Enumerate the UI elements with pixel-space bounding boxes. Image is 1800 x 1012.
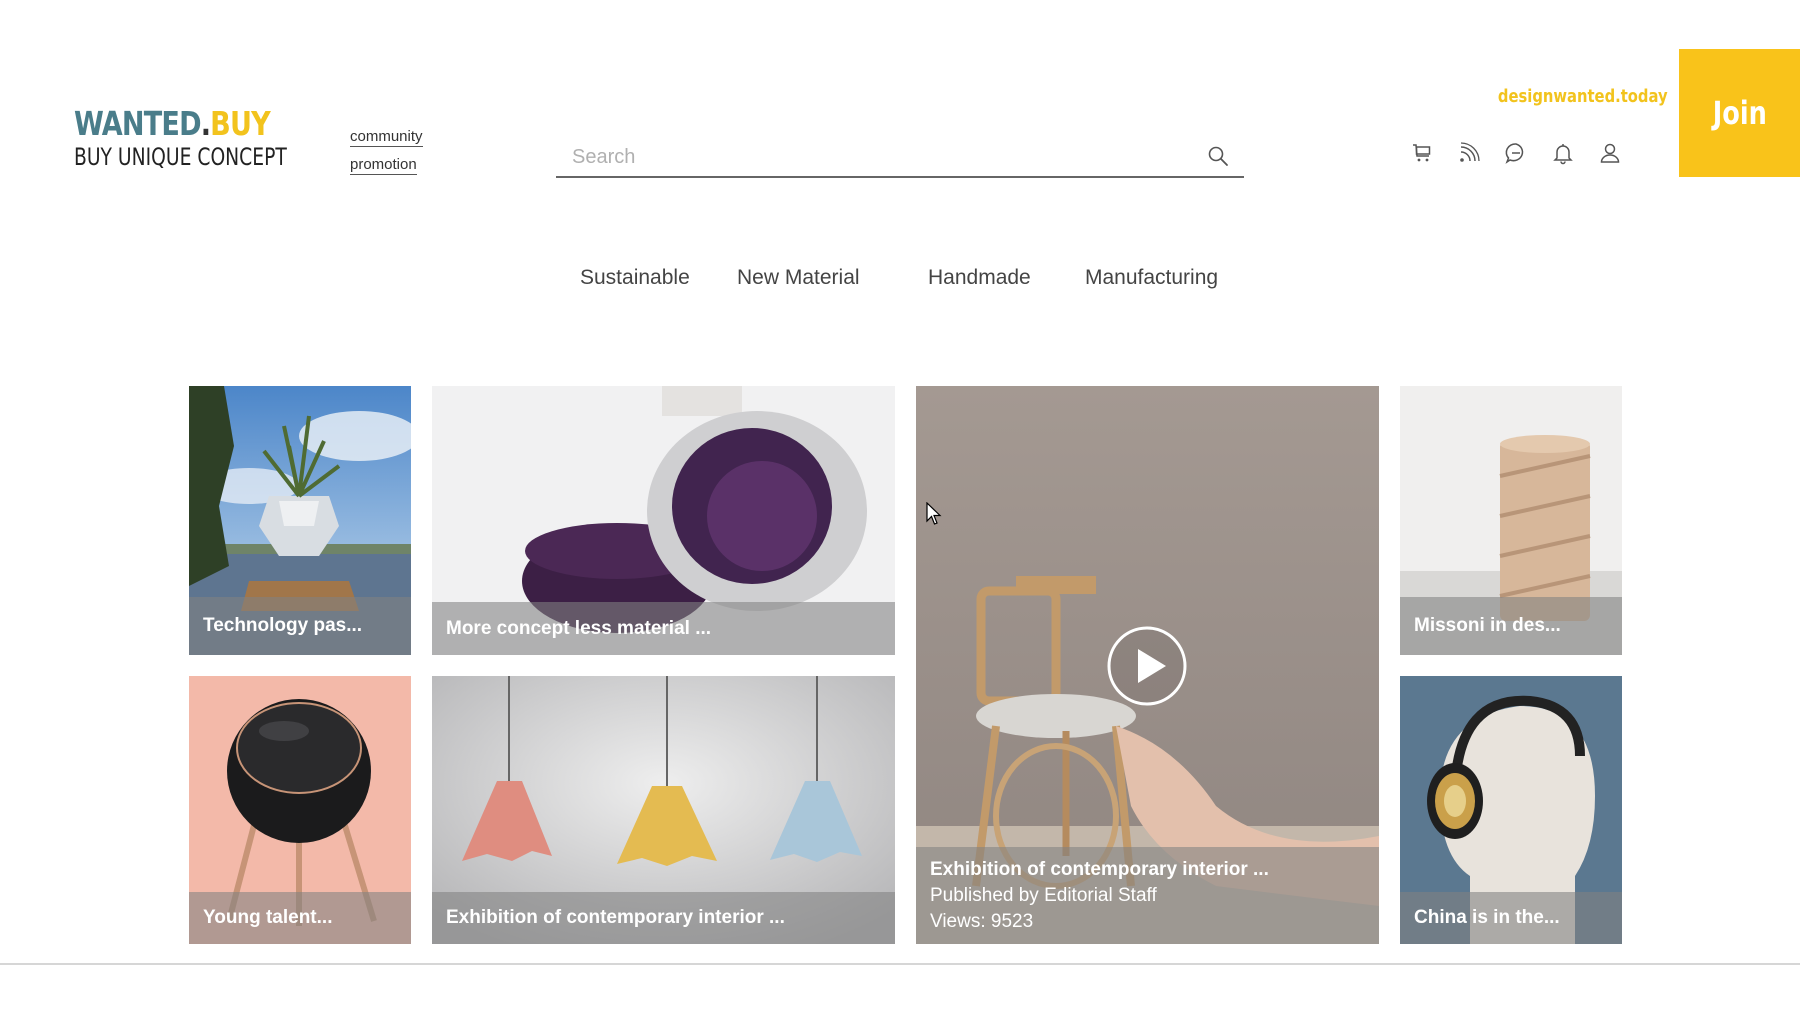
category-manufacturing[interactable]: Manufacturing	[1085, 266, 1218, 290]
logo-wordmark: WANTED.BUY	[74, 104, 298, 144]
tile-caption: Exhibition of contemporary interior ... …	[916, 847, 1379, 944]
logo[interactable]: WANTED.BUY BUY UNIQUE CONCEPT	[74, 104, 347, 172]
designwanted-link[interactable]: designwanted.today	[1498, 86, 1668, 107]
header-icons	[1410, 141, 1622, 165]
chat-icon[interactable]	[1504, 141, 1528, 165]
logo-tagline: BUY UNIQUE CONCEPT	[74, 143, 287, 171]
community-link[interactable]: community	[350, 127, 423, 147]
tile-caption: Young talent...	[189, 892, 411, 944]
play-video-icon[interactable]	[1106, 625, 1188, 707]
tile-caption: China is in the...	[1400, 892, 1622, 944]
logo-part-buy: BUY	[210, 104, 271, 143]
tile-title: Exhibition of contemporary interior ...	[930, 858, 1269, 880]
tile-publisher: Published by Editorial Staff	[930, 884, 1157, 906]
tile-caption: Technology pas...	[189, 597, 411, 655]
search-bar	[556, 138, 1244, 178]
join-label: Join	[1712, 94, 1767, 132]
tile-caption: More concept less material ...	[432, 602, 895, 655]
tile-caption: Missoni in des...	[1400, 597, 1622, 655]
tile-title: China is in the...	[1414, 907, 1560, 928]
logo-part-wanted: WANTED	[74, 104, 202, 143]
article-tile[interactable]: Exhibition of contemporary interior ...	[432, 676, 895, 944]
bell-icon[interactable]	[1551, 141, 1575, 165]
tile-caption: Exhibition of contemporary interior ...	[432, 892, 895, 944]
article-tile[interactable]: Technology pas...	[189, 386, 411, 655]
cart-icon[interactable]	[1410, 141, 1434, 165]
search-input[interactable]	[556, 138, 1194, 176]
category-sustainable[interactable]: Sustainable	[580, 266, 690, 290]
tile-title: Missoni in des...	[1414, 615, 1561, 636]
article-tile[interactable]: More concept less material ...	[432, 386, 895, 655]
rss-icon[interactable]	[1457, 141, 1481, 165]
promotion-link[interactable]: promotion	[350, 155, 417, 175]
join-button[interactable]: Join	[1679, 49, 1800, 177]
tile-views: Views: 9523	[930, 910, 1034, 932]
tile-title: Technology pas...	[203, 615, 363, 636]
category-new-material[interactable]: New Material	[737, 266, 860, 290]
mouse-cursor-icon	[926, 502, 942, 525]
tile-title: Exhibition of contemporary interior ...	[446, 907, 785, 928]
tile-title: Young talent...	[203, 907, 333, 928]
video-tile[interactable]: Exhibition of contemporary interior ... …	[916, 386, 1379, 944]
article-tile[interactable]: Missoni in des...	[1400, 386, 1622, 655]
category-handmade[interactable]: Handmade	[928, 266, 1031, 290]
user-icon[interactable]	[1598, 141, 1622, 165]
category-nav: Sustainable New Material Handmade Manufa…	[0, 266, 1800, 296]
sub-links: community promotion	[350, 127, 423, 183]
logo-dot: .	[200, 104, 211, 143]
article-tile[interactable]: China is in the...	[1400, 676, 1622, 944]
search-icon[interactable]	[1206, 144, 1230, 168]
article-tile[interactable]: Young talent...	[189, 676, 411, 944]
footer-divider	[0, 963, 1800, 965]
tile-title: More concept less material ...	[446, 617, 712, 639]
